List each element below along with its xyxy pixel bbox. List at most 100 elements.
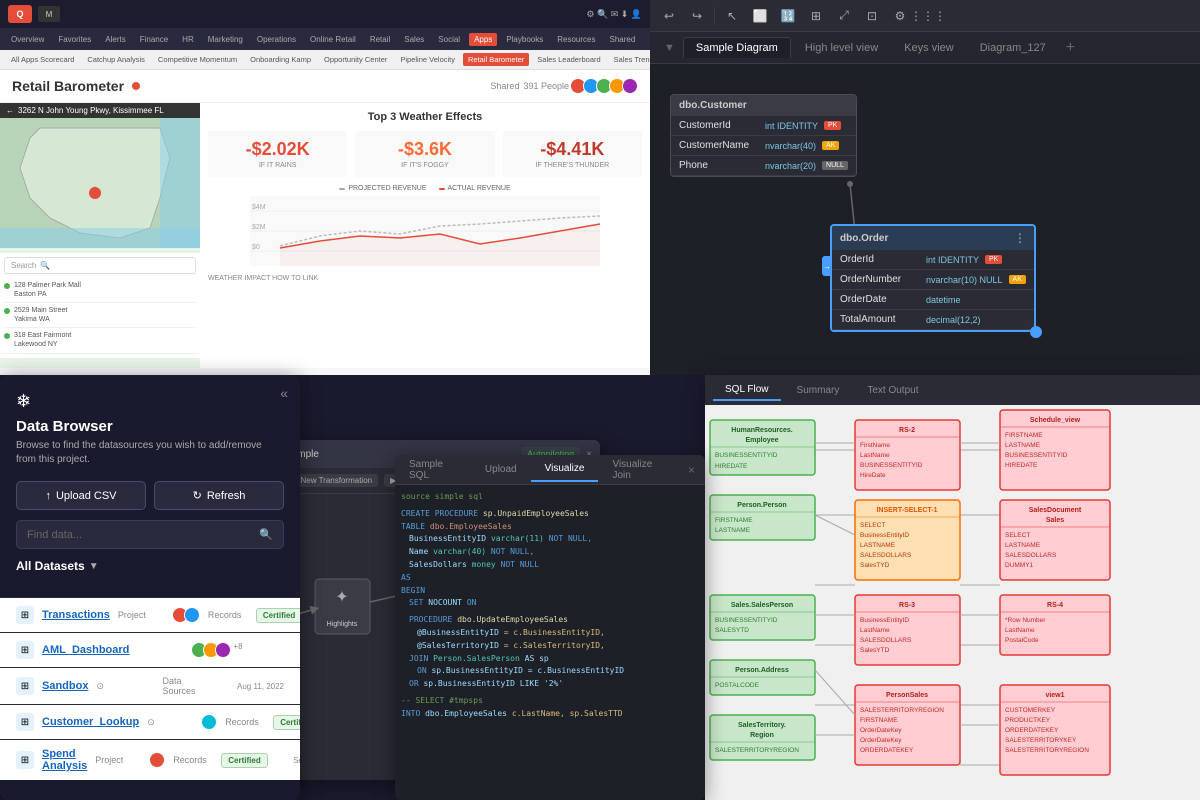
order-menu-icon[interactable]: ⋮ xyxy=(1014,231,1026,245)
svg-text:SALESDOLLARS: SALESDOLLARS xyxy=(860,637,912,644)
svg-text:SALESDOLLARS: SALESDOLLARS xyxy=(860,552,912,559)
nav-hr[interactable]: HR xyxy=(177,33,199,46)
nav-retail[interactable]: Retail xyxy=(365,33,395,46)
location-item-1[interactable]: 128 Palmer Park Mall Easton PA xyxy=(4,278,196,303)
nav-overview[interactable]: Overview xyxy=(6,33,49,46)
grid-icon[interactable]: ⊞ xyxy=(805,5,827,27)
location-search[interactable]: Search 🔍 xyxy=(4,257,196,274)
nav-operations[interactable]: Operations xyxy=(252,33,301,46)
legend-label-projected: PROJECTED REVENUE xyxy=(348,185,426,192)
svg-text:RS-4: RS-4 xyxy=(1047,602,1063,609)
subnav-opportunity[interactable]: Opportunity Center xyxy=(319,53,392,66)
customer-name-field: CustomerName xyxy=(679,140,759,151)
sql-eq-2: = c.SalesTerritoryID, xyxy=(504,641,605,650)
nav-resources[interactable]: Resources xyxy=(552,33,600,46)
redo-icon[interactable]: ↪ xyxy=(686,5,708,27)
revenue-chart: $4M $2M $0 xyxy=(208,196,642,266)
sql-tab-upload[interactable]: Upload xyxy=(471,458,531,481)
db-tab-sample-diagram[interactable]: Sample Diagram xyxy=(683,37,791,58)
nav-finance[interactable]: Finance xyxy=(135,33,173,46)
db-tab-keys[interactable]: Keys view xyxy=(892,38,966,58)
undo-icon[interactable]: ↩ xyxy=(658,5,680,27)
db-tab-high-level[interactable]: High level view xyxy=(793,38,890,58)
dataset-item-spend-analysis[interactable]: ⊞ Spend Analysis Project Records Certifi… xyxy=(0,739,300,780)
svg-text:LastName: LastName xyxy=(860,452,890,459)
subnav-retail-barometer[interactable]: Retail Barometer xyxy=(463,53,529,66)
table-icon[interactable]: 🔢 xyxy=(777,5,799,27)
back-icon[interactable]: ← xyxy=(6,106,14,115)
svg-text:Highlights: Highlights xyxy=(327,621,358,628)
transactions-name[interactable]: Transactions xyxy=(42,609,110,621)
spend-analysis-name[interactable]: Spend Analysis xyxy=(42,748,87,772)
find-data-search[interactable]: Find data... 🔍 xyxy=(16,520,284,549)
table-connector-handle[interactable]: → xyxy=(822,256,832,276)
nav-shared[interactable]: Shared xyxy=(604,33,640,46)
db-customer-header: dbo.Customer xyxy=(671,95,856,116)
expand-icon[interactable]: ⤢ xyxy=(833,5,855,27)
nav-playbooks[interactable]: Playbooks xyxy=(501,33,548,46)
panel-collapse-icon[interactable]: « xyxy=(280,385,288,401)
nav-apps[interactable]: Apps xyxy=(469,33,497,46)
cursor-icon[interactable]: ↖ xyxy=(721,5,743,27)
sql-close-icon[interactable]: × xyxy=(678,457,705,483)
svg-text:ORDERDATEKEY: ORDERDATEKEY xyxy=(1005,727,1059,734)
sandbox-name[interactable]: Sandbox xyxy=(42,680,88,692)
refresh-label: Refresh xyxy=(207,490,246,502)
sql-tab-visualize-join[interactable]: Visualize Join xyxy=(598,455,678,487)
nav-alerts[interactable]: Alerts xyxy=(100,33,130,46)
location-item-2[interactable]: 2529 Main Street Yakima WA xyxy=(4,303,196,328)
select-box-icon[interactable]: ⬜ xyxy=(749,5,771,27)
subnav-scorecard[interactable]: All Apps Scorecard xyxy=(6,53,79,66)
dataset-item-aml[interactable]: ⊞ AML_Dashboard +8 June 13, 2022 xyxy=(0,632,300,667)
subnav-catchup[interactable]: Catchup Analysis xyxy=(82,53,150,66)
sql-tab-visualize[interactable]: Visualize xyxy=(531,457,599,482)
df-tab-sql-flow[interactable]: SQL Flow xyxy=(713,380,781,401)
db-panel-toggle[interactable]: ▼ xyxy=(658,38,681,58)
location-item-3[interactable]: 318 East Fairmont Lakewood NY xyxy=(4,328,196,353)
nav-social[interactable]: Social xyxy=(433,33,465,46)
upload-csv-button[interactable]: ↑ Upload CSV xyxy=(16,481,146,510)
join-icon[interactable]: ⊡ xyxy=(861,5,883,27)
legend-actual: ACTUAL REVENUE xyxy=(439,185,511,192)
aml-name[interactable]: AML_Dashboard xyxy=(42,644,129,656)
sql-tab-sample[interactable]: Sample SQL xyxy=(395,455,471,487)
refresh-button[interactable]: ↻ Refresh xyxy=(154,481,284,510)
subnav-pipeline[interactable]: Pipeline Velocity xyxy=(395,53,460,66)
df-tab-text-output[interactable]: Text Output xyxy=(855,381,930,400)
sql-nocount: NOCOUNT xyxy=(428,598,462,607)
subnav-sales-trend[interactable]: Sales Trend xyxy=(609,53,650,66)
flow-new-transform-btn[interactable]: + New Transformation xyxy=(288,474,378,487)
order-number-type: nvarchar(10) NULL xyxy=(926,275,1003,285)
legend-dot-actual xyxy=(439,188,445,190)
retail-chart-area: Top 3 Weather Effects -$2.02K IF IT RAIN… xyxy=(200,103,650,368)
df-tab-summary[interactable]: Summary xyxy=(785,381,852,400)
dataset-item-customer-lookup[interactable]: ⊞ Customer_Lookup ⊙ Records Certified Au… xyxy=(0,704,300,739)
datasets-chevron-icon[interactable]: ▼ xyxy=(89,561,99,572)
map-location: 3262 N John Young Pkwy, Kissimmee FL xyxy=(18,106,164,115)
dataset-item-transactions[interactable]: ⊞ Transactions Project Records Certified… xyxy=(0,597,300,632)
columns-icon[interactable]: ⋮⋮⋮ xyxy=(917,5,939,27)
app-icon-m: M xyxy=(38,6,60,22)
nav-online-retail[interactable]: Online Retail xyxy=(305,33,361,46)
nav-sales[interactable]: Sales xyxy=(399,33,429,46)
nav-marketing[interactable]: Marketing xyxy=(203,33,248,46)
table-resize-handle[interactable] xyxy=(1030,326,1042,338)
subnav-onboarding[interactable]: Onboarding Kamp xyxy=(245,53,316,66)
svg-text:Employee: Employee xyxy=(745,437,778,444)
customer-lookup-name[interactable]: Customer_Lookup xyxy=(42,716,139,728)
db-tab-diagram-127[interactable]: Diagram_127 xyxy=(968,38,1058,58)
settings-icon[interactable]: ⚙ xyxy=(889,5,911,27)
customer-lookup-badge: Certified xyxy=(273,715,300,730)
svg-text:LastName: LastName xyxy=(860,627,890,634)
db-diagram-panel: ↩ ↪ ↖ ⬜ 🔢 ⊞ ⤢ ⊡ ⚙ ⋮⋮⋮ ▼ Sample Diagram H… xyxy=(650,0,1200,375)
sql-into-cols: c.LastName, sp.SalesTTD xyxy=(512,709,623,718)
location-dot-1 xyxy=(4,283,10,289)
subnav-sales-leaderboard[interactable]: Sales Leaderboard xyxy=(532,53,605,66)
subnav-competitive[interactable]: Competitive Momentum xyxy=(153,53,242,66)
svg-text:FirstName: FirstName xyxy=(860,442,890,449)
db-add-tab[interactable]: + xyxy=(1060,39,1081,57)
sql-or-cond: sp.BusinessEntityID LIKE '2%' xyxy=(423,679,563,688)
aml-avatars: +8 xyxy=(195,642,242,658)
dataset-item-sandbox[interactable]: ⊞ Sandbox ⊙ Data Sources Aug 11, 2022 xyxy=(0,667,300,704)
nav-favorites[interactable]: Favorites xyxy=(53,33,96,46)
